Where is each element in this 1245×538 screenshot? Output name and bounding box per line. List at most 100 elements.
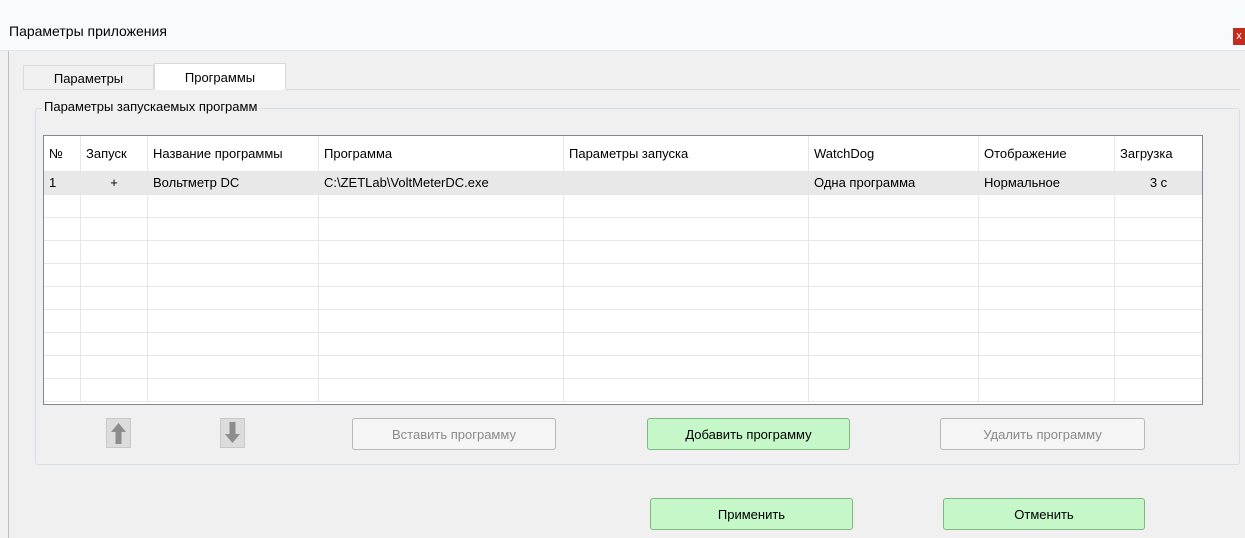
move-up-button[interactable] bbox=[106, 418, 131, 448]
empty-cell[interactable] bbox=[319, 287, 564, 309]
empty-cell[interactable] bbox=[1115, 379, 1202, 401]
column-header-load[interactable]: Загрузка bbox=[1115, 136, 1202, 171]
empty-cell[interactable] bbox=[809, 310, 979, 332]
empty-cell[interactable] bbox=[979, 356, 1115, 378]
add-program-button[interactable]: Добавить программу bbox=[647, 418, 850, 450]
empty-cell[interactable] bbox=[148, 195, 319, 217]
cell-program[interactable]: C:\ZETLab\VoltMeterDC.exe bbox=[319, 172, 564, 194]
empty-cell[interactable] bbox=[319, 356, 564, 378]
empty-cell[interactable] bbox=[564, 333, 809, 355]
empty-cell[interactable] bbox=[44, 287, 81, 309]
column-header-name[interactable]: Название программы bbox=[148, 136, 319, 171]
empty-cell[interactable] bbox=[564, 356, 809, 378]
empty-cell[interactable] bbox=[979, 379, 1115, 401]
column-header-display[interactable]: Отображение bbox=[979, 136, 1115, 171]
table-row[interactable]: 1 + Вольтметр DC C:\ZETLab\VoltMeterDC.e… bbox=[44, 172, 1202, 195]
empty-cell[interactable] bbox=[81, 218, 148, 240]
empty-cell[interactable] bbox=[44, 195, 81, 217]
empty-cell[interactable] bbox=[81, 195, 148, 217]
empty-cell[interactable] bbox=[319, 333, 564, 355]
empty-cell[interactable] bbox=[44, 264, 81, 286]
empty-cell[interactable] bbox=[1115, 310, 1202, 332]
empty-cell[interactable] bbox=[81, 241, 148, 263]
empty-cell[interactable] bbox=[979, 310, 1115, 332]
cell-number[interactable]: 1 bbox=[44, 172, 81, 194]
empty-cell[interactable] bbox=[81, 264, 148, 286]
empty-cell[interactable] bbox=[809, 333, 979, 355]
empty-table-row[interactable] bbox=[44, 241, 1202, 264]
empty-cell[interactable] bbox=[564, 241, 809, 263]
empty-cell[interactable] bbox=[148, 310, 319, 332]
empty-cell[interactable] bbox=[979, 287, 1115, 309]
empty-cell[interactable] bbox=[564, 195, 809, 217]
empty-cell[interactable] bbox=[1115, 218, 1202, 240]
cancel-button[interactable]: Отменить bbox=[943, 498, 1145, 530]
empty-cell[interactable] bbox=[148, 333, 319, 355]
empty-table-row[interactable] bbox=[44, 287, 1202, 310]
empty-table-row[interactable] bbox=[44, 310, 1202, 333]
empty-table-row[interactable] bbox=[44, 379, 1202, 402]
empty-cell[interactable] bbox=[148, 241, 319, 263]
empty-table-row[interactable] bbox=[44, 218, 1202, 241]
empty-cell[interactable] bbox=[81, 356, 148, 378]
empty-cell[interactable] bbox=[44, 333, 81, 355]
cell-display[interactable]: Нормальное bbox=[979, 172, 1115, 194]
empty-cell[interactable] bbox=[319, 241, 564, 263]
empty-cell[interactable] bbox=[564, 264, 809, 286]
empty-table-row[interactable] bbox=[44, 264, 1202, 287]
empty-cell[interactable] bbox=[81, 310, 148, 332]
empty-cell[interactable] bbox=[809, 218, 979, 240]
empty-cell[interactable] bbox=[564, 218, 809, 240]
cell-launch[interactable]: + bbox=[81, 172, 148, 194]
column-header-number[interactable]: № bbox=[44, 136, 81, 171]
empty-cell[interactable] bbox=[81, 379, 148, 401]
empty-table-row[interactable] bbox=[44, 333, 1202, 356]
empty-cell[interactable] bbox=[81, 333, 148, 355]
empty-cell[interactable] bbox=[148, 264, 319, 286]
empty-cell[interactable] bbox=[319, 379, 564, 401]
cell-name[interactable]: Вольтметр DC bbox=[148, 172, 319, 194]
empty-cell[interactable] bbox=[564, 379, 809, 401]
empty-cell[interactable] bbox=[148, 218, 319, 240]
empty-cell[interactable] bbox=[81, 287, 148, 309]
insert-program-button[interactable]: Вставить программу bbox=[352, 418, 556, 450]
empty-cell[interactable] bbox=[1115, 264, 1202, 286]
empty-cell[interactable] bbox=[564, 287, 809, 309]
empty-cell[interactable] bbox=[319, 218, 564, 240]
empty-cell[interactable] bbox=[44, 241, 81, 263]
empty-cell[interactable] bbox=[1115, 356, 1202, 378]
column-header-program[interactable]: Программа bbox=[319, 136, 564, 171]
empty-table-row[interactable] bbox=[44, 195, 1202, 218]
empty-cell[interactable] bbox=[319, 195, 564, 217]
column-header-launch[interactable]: Запуск bbox=[81, 136, 148, 171]
tab-programs[interactable]: Программы bbox=[154, 63, 286, 90]
empty-cell[interactable] bbox=[979, 218, 1115, 240]
empty-cell[interactable] bbox=[809, 356, 979, 378]
empty-cell[interactable] bbox=[1115, 195, 1202, 217]
delete-program-button[interactable]: Удалить программу bbox=[940, 418, 1145, 450]
empty-cell[interactable] bbox=[809, 379, 979, 401]
move-down-button[interactable] bbox=[220, 418, 245, 448]
empty-cell[interactable] bbox=[1115, 333, 1202, 355]
empty-cell[interactable] bbox=[44, 310, 81, 332]
empty-cell[interactable] bbox=[44, 218, 81, 240]
column-header-watchdog[interactable]: WatchDog bbox=[809, 136, 979, 171]
cell-params[interactable] bbox=[564, 172, 809, 194]
tab-parameters[interactable]: Параметры bbox=[23, 65, 154, 90]
empty-cell[interactable] bbox=[809, 287, 979, 309]
empty-cell[interactable] bbox=[809, 241, 979, 263]
empty-cell[interactable] bbox=[148, 379, 319, 401]
empty-cell[interactable] bbox=[809, 264, 979, 286]
empty-cell[interactable] bbox=[979, 241, 1115, 263]
empty-cell[interactable] bbox=[44, 356, 81, 378]
cell-watchdog[interactable]: Одна программа bbox=[809, 172, 979, 194]
empty-table-row[interactable] bbox=[44, 356, 1202, 379]
cell-load[interactable]: 3 с bbox=[1115, 172, 1202, 194]
close-button[interactable]: x bbox=[1233, 28, 1245, 45]
empty-cell[interactable] bbox=[1115, 241, 1202, 263]
empty-cell[interactable] bbox=[319, 264, 564, 286]
empty-cell[interactable] bbox=[979, 333, 1115, 355]
empty-cell[interactable] bbox=[979, 195, 1115, 217]
empty-cell[interactable] bbox=[148, 356, 319, 378]
empty-cell[interactable] bbox=[44, 379, 81, 401]
